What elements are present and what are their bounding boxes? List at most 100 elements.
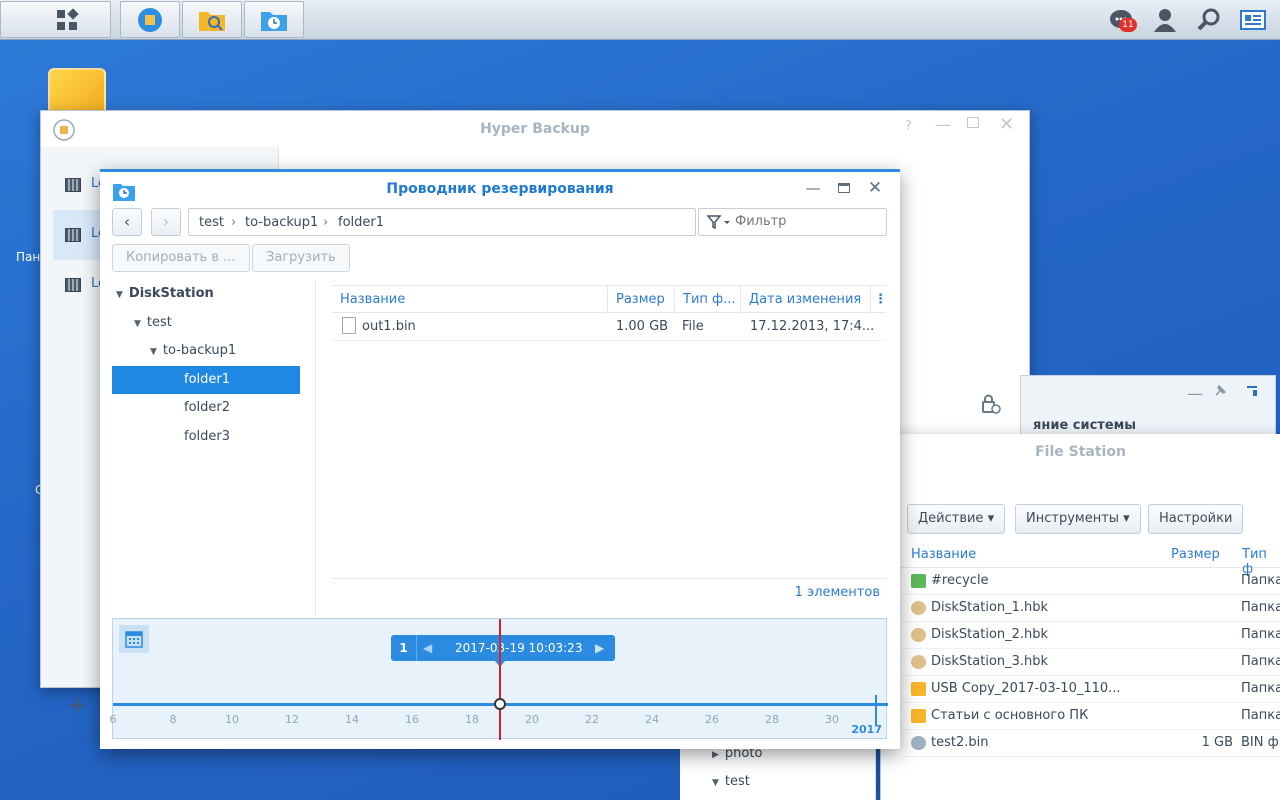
copy-to-button[interactable]: Копировать в ... (112, 244, 250, 272)
tick-label: 20 (525, 713, 539, 726)
file-row[interactable]: test2.bin 1 GB BIN ф (901, 730, 1280, 757)
maximize-button[interactable] (967, 117, 979, 128)
column-name[interactable]: Название (911, 547, 976, 562)
backup-file-icon (911, 628, 926, 642)
column-type[interactable]: Тип ф... (675, 286, 741, 314)
nas-icon (65, 178, 81, 192)
window-title: Проводник резервирования (386, 181, 614, 197)
nas-icon (65, 278, 81, 292)
tools-button-label: Инструменты (1026, 511, 1120, 526)
download-button[interactable]: Загрузить (252, 244, 350, 272)
file-row[interactable]: DiskStation_1.hbk Папка (901, 595, 1280, 622)
filter-field[interactable] (698, 208, 887, 236)
tree-item-test[interactable]: ▼ test (134, 309, 172, 337)
column-date[interactable]: Дата изменения (741, 286, 871, 314)
taskbar-hyper-backup[interactable] (120, 1, 180, 38)
tree-item-to-backup1[interactable]: ▼ to-backup1 (150, 337, 236, 365)
file-name: Статьи с основного ПК (931, 708, 1089, 723)
current-time-marker[interactable] (499, 619, 501, 740)
chevron-right-icon: › (231, 215, 237, 230)
item-count: 1 элементов (332, 578, 886, 606)
main-menu-button[interactable] (0, 1, 111, 38)
filter-input[interactable] (735, 214, 875, 229)
file-type: File (682, 319, 704, 334)
column-menu-icon[interactable]: ⋮ (874, 292, 887, 307)
widget-minimize-button[interactable]: — (1187, 384, 1203, 403)
taskbar-file-station[interactable] (182, 1, 242, 38)
tick-label: 12 (285, 713, 299, 726)
file-row[interactable]: out1.bin 1.00 GB File 17.12.2013, 17:4..… (332, 313, 886, 341)
search-icon[interactable] (1195, 6, 1223, 34)
item-count-label: 1 элементов (794, 585, 880, 600)
folder-icon (911, 682, 926, 696)
column-name[interactable]: Название (332, 286, 608, 314)
file-icon (342, 317, 356, 334)
tree-item-folder3[interactable]: folder3 (184, 423, 230, 451)
file-list-header: Название Размер Тип ф (901, 540, 1280, 577)
pin-icon[interactable] (1213, 384, 1227, 398)
tree-item-diskstation[interactable]: ▼ DiskStation (116, 280, 214, 308)
timeline[interactable]: 1 ◀ 2017-03-19 10:03:23 ▶ 6 8 10 12 14 1… (110, 618, 888, 740)
tick-label: 30 (825, 713, 839, 726)
close-button[interactable]: ✕ (999, 114, 1014, 135)
maximize-button[interactable] (834, 178, 854, 198)
previous-version-button[interactable]: ◀ (423, 635, 432, 661)
add-task-button[interactable]: + (67, 693, 87, 717)
tick-label: 14 (345, 713, 359, 726)
action-button[interactable]: Действие ▾ (907, 504, 1006, 534)
tick-label: 24 (645, 713, 659, 726)
next-version-button[interactable]: ▶ (595, 635, 604, 661)
calendar-button[interactable] (119, 625, 149, 653)
desktop-label: Пан (16, 250, 41, 264)
tick-label: 16 (405, 713, 419, 726)
file-row[interactable]: USB Copy_2017-03-10_110... Папка (901, 676, 1280, 703)
lock-icon[interactable] (980, 393, 1002, 415)
widgets-icon[interactable] (1239, 6, 1267, 34)
file-row[interactable]: #recycle Папка (901, 568, 1280, 595)
taskbar-backup-explorer[interactable] (244, 1, 304, 38)
column-size[interactable]: Размер (1171, 547, 1220, 562)
tree-label: test (146, 315, 172, 330)
widget-menu-icon[interactable] (1245, 384, 1259, 398)
window-title: Hyper Backup (480, 121, 590, 137)
minimize-button[interactable]: — (935, 115, 951, 134)
year-marker (875, 695, 877, 725)
filter-icon[interactable] (707, 215, 731, 231)
file-row[interactable]: DiskStation_2.hbk Папка (901, 622, 1280, 649)
window-title: File Station (1035, 444, 1126, 460)
file-name: test2.bin (931, 735, 989, 750)
folder-search-icon (199, 12, 225, 31)
tools-button[interactable]: Инструменты ▾ (1015, 504, 1141, 534)
close-button[interactable]: ✕ (865, 178, 885, 198)
file-size: 1 GB (1201, 735, 1233, 750)
version-number: 1 (391, 635, 417, 661)
settings-button[interactable]: Настройки (1148, 504, 1244, 534)
calendar-icon (125, 631, 143, 648)
forward-button[interactable]: › (151, 208, 181, 236)
tree-item-test[interactable]: ▼ test (712, 774, 750, 789)
file-row[interactable]: Статьи с основного ПК Папка (901, 703, 1280, 730)
file-name: DiskStation_3.hbk (931, 654, 1049, 669)
backup-explorer-icon (261, 12, 287, 31)
grid-icon (57, 8, 79, 30)
user-icon[interactable] (1151, 6, 1179, 34)
tick-label: 18 (465, 713, 479, 726)
notification-badge: 11 (1119, 18, 1137, 32)
collapse-icon: ▼ (150, 347, 157, 357)
breadcrumb-item[interactable]: folder1 (338, 215, 384, 230)
backup-file-icon (911, 601, 926, 615)
file-type: Папка (1241, 627, 1280, 642)
column-size[interactable]: Размер (608, 286, 675, 314)
minimize-button[interactable]: — (803, 178, 823, 198)
breadcrumb-item[interactable]: to-backup1 (245, 215, 318, 230)
timeline-handle[interactable] (494, 698, 506, 710)
help-button[interactable]: ? (905, 119, 912, 134)
expand-icon: ▶ (712, 750, 719, 760)
tree-item-folder2[interactable]: folder2 (184, 394, 230, 422)
file-row[interactable]: DiskStation_3.hbk Папка (901, 649, 1280, 676)
breadcrumb-item[interactable]: test (199, 215, 224, 230)
file-name: DiskStation_2.hbk (931, 627, 1049, 642)
back-button[interactable]: ‹ (112, 208, 142, 236)
maximize-icon (838, 183, 850, 193)
tree-item-folder1[interactable]: folder1 (112, 366, 300, 394)
